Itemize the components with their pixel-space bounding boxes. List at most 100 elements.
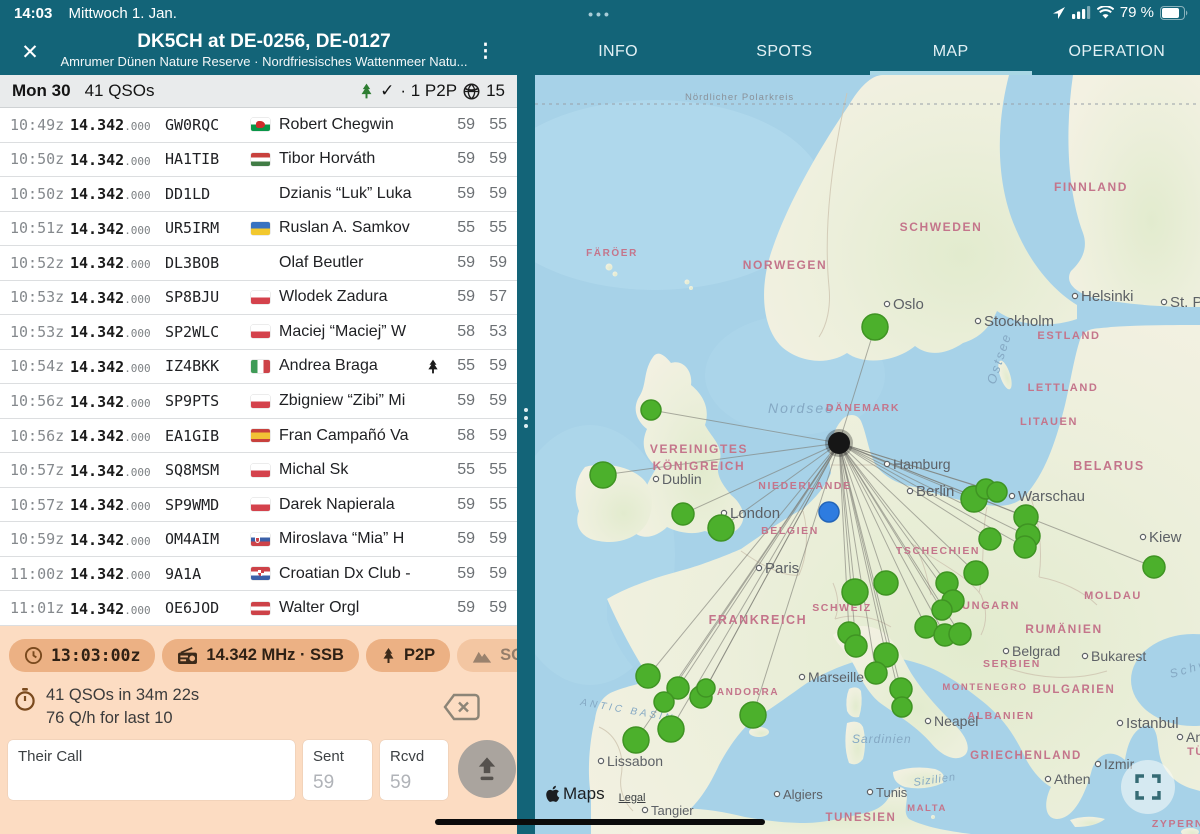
svg-text:Tunis: Tunis [876, 785, 908, 800]
qso-marker[interactable] [697, 679, 715, 697]
chip-sota[interactable]: SOTA [457, 639, 517, 672]
qso-row[interactable]: 10:59z14.342.000OM4AIMMiroslava “Mia” H5… [0, 522, 517, 557]
qso-marker[interactable] [892, 697, 912, 717]
qso-marker[interactable] [641, 400, 661, 420]
tab-info[interactable]: INFO [535, 28, 701, 75]
log-submit-button[interactable] [458, 740, 516, 798]
svg-text:SCHWEDEN: SCHWEDEN [900, 220, 983, 234]
svg-text:SERBIEN: SERBIEN [983, 658, 1041, 670]
stats-line2: 76 Q/h for last 10 [46, 709, 199, 728]
svg-text:Oslo: Oslo [893, 296, 924, 313]
svg-text:Ank: Ank [1186, 729, 1200, 745]
qso-row[interactable]: 10:52z14.342.000DL3BOBOlaf Beutler5959 [0, 246, 517, 281]
qso-rst-rcvd: 59 [475, 427, 507, 445]
tab-operation[interactable]: OPERATION [1034, 28, 1200, 75]
qso-marker[interactable] [865, 662, 887, 684]
tab-map[interactable]: MAP [868, 28, 1034, 75]
qso-rst-rcvd: 59 [475, 254, 507, 272]
close-button[interactable]: ✕ [16, 38, 44, 66]
qso-marker[interactable] [1143, 556, 1165, 578]
qso-time: 10:57z [10, 461, 70, 479]
qso-callsign: DL3BOB [165, 254, 251, 272]
qso-row[interactable]: 10:50z14.342.000HA1TIBTibor Horváth5959 [0, 143, 517, 178]
qso-map[interactable]: Nördlicher Polarkreis NordseeOstseeSardi… [535, 75, 1200, 834]
qso-rst-rcvd: 59 [475, 150, 507, 168]
chip-14-342-mhz-ssb[interactable]: 14.342 MHz · SSB [162, 639, 359, 672]
qso-rst-rcvd: 55 [475, 219, 507, 237]
qso-row[interactable]: 10:53z14.342.000SP2WLCMaciej “Maciej” W5… [0, 315, 517, 350]
legal-link[interactable]: Legal [619, 792, 646, 804]
svg-text:Nordsee: Nordsee [768, 400, 835, 416]
qso-row[interactable]: 10:53z14.342.000SP8BJUWlodek Zadura5957 [0, 281, 517, 316]
qso-marker[interactable] [636, 664, 660, 688]
qso-row[interactable]: 10:49z14.342.000GW0RQCRobert Chegwin5955 [0, 108, 517, 143]
qso-rst-sent: 59 [443, 599, 475, 617]
qso-frequency: 14.342.000 [70, 461, 165, 480]
station-marker[interactable] [828, 432, 850, 454]
chip-13-03-00z[interactable]: 13:03:00z [9, 639, 155, 672]
qso-row[interactable]: 11:01z14.342.000OE6JODWalter Orgl5959 [0, 591, 517, 626]
svg-text:MALTA: MALTA [907, 803, 947, 814]
qso-row[interactable]: 10:50z14.342.000DD1LDDzianis “Luk” Luka5… [0, 177, 517, 212]
home-indicator[interactable] [435, 819, 765, 825]
sent-input[interactable]: Sent 59 [303, 740, 372, 800]
qso-marker[interactable] [874, 571, 898, 595]
backspace-button[interactable] [442, 692, 482, 727]
qso-row[interactable]: 10:56z14.342.000SP9PTSZbigniew “Zibi” Mi… [0, 384, 517, 419]
qso-rst-sent: 55 [443, 357, 475, 375]
p2p-count: · 1 P2P [400, 81, 457, 101]
qso-time: 11:01z [10, 599, 70, 617]
country-flag-icon [251, 153, 279, 166]
qso-marker[interactable] [932, 600, 952, 620]
their-call-input[interactable]: Their Call [8, 740, 295, 800]
chip-p2p[interactable]: P2P [366, 639, 450, 672]
qso-marker[interactable] [623, 727, 649, 753]
qso-frequency: 14.342.000 [70, 115, 165, 134]
qso-marker[interactable] [949, 623, 971, 645]
svg-text:Algiers: Algiers [783, 787, 823, 802]
qso-marker[interactable] [708, 515, 734, 541]
svg-text:Belgrad: Belgrad [1012, 643, 1060, 659]
qso-rst-rcvd: 59 [475, 357, 507, 375]
qso-rst-rcvd: 59 [475, 565, 507, 583]
qso-row[interactable]: 11:00z14.342.0009A1ACroatian Dx Club -59… [0, 557, 517, 592]
stats-line1: 41 QSOs in 34m 22s [46, 686, 199, 705]
svg-text:Sardinien: Sardinien [852, 732, 912, 746]
qso-callsign: OE6JOD [165, 599, 251, 617]
qso-operator-name: Miroslava “Mia” H [279, 530, 423, 548]
qso-row[interactable]: 10:56z14.342.000EA1GIBFran Campañó Va585… [0, 419, 517, 454]
qso-marker[interactable] [654, 692, 674, 712]
app-screen: 14:03 Mittwoch 1. Jan. ••• 79 % ✕ [0, 0, 1200, 834]
qso-operator-name: Olaf Beutler [279, 254, 423, 272]
country-flag-icon [251, 395, 279, 408]
qso-frequency: 14.342.000 [70, 288, 165, 307]
qso-marker[interactable] [740, 702, 766, 728]
qso-marker[interactable] [964, 561, 988, 585]
overflow-menu-button[interactable]: ⋮ [476, 40, 495, 63]
qso-marker[interactable] [1014, 536, 1036, 558]
panel-drag-handle[interactable] [524, 408, 528, 428]
qso-frequency: 14.342.000 [70, 219, 165, 238]
multitask-dots[interactable]: ••• [0, 6, 1200, 22]
fullscreen-button[interactable] [1121, 760, 1175, 814]
qso-marker[interactable] [658, 716, 684, 742]
qso-marker[interactable] [845, 635, 867, 657]
qso-marker[interactable] [590, 462, 616, 488]
qso-row[interactable]: 10:57z14.342.000SQ8MSMMichal Sk5555 [0, 453, 517, 488]
wifi-icon [1097, 6, 1114, 19]
svg-text:Nördlicher Polarkreis: Nördlicher Polarkreis [685, 92, 794, 103]
qso-row[interactable]: 10:51z14.342.000UR5IRMRuslan A. Samkov55… [0, 212, 517, 247]
rcvd-input[interactable]: Rcvd 59 [380, 740, 448, 800]
qso-row[interactable]: 10:57z14.342.000SP9WMDDarek Napierala595… [0, 488, 517, 523]
qso-marker[interactable] [862, 314, 888, 340]
sent-value: 59 [313, 772, 362, 794]
svg-text:DÄNEMARK: DÄNEMARK [826, 401, 900, 414]
qso-frequency: 14.342.000 [70, 184, 165, 203]
qso-marker[interactable] [979, 528, 1001, 550]
tab-spots[interactable]: SPOTS [701, 28, 867, 75]
qso-marker[interactable] [672, 503, 694, 525]
qso-operator-name: Dzianis “Luk” Luka [279, 185, 423, 203]
qso-row[interactable]: 10:54z14.342.000IZ4BKKAndrea Braga5559 [0, 350, 517, 385]
qso-marker[interactable] [987, 482, 1007, 502]
qso-marker[interactable] [842, 579, 868, 605]
